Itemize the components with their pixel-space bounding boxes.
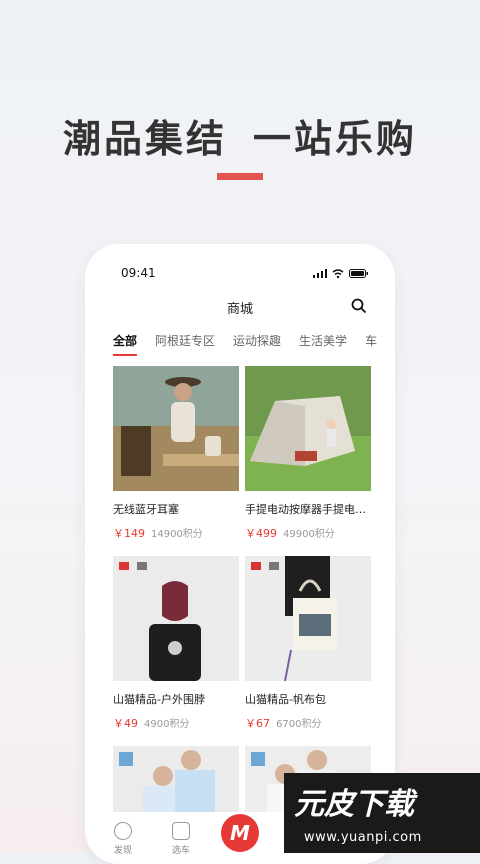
wifi-icon [332, 269, 344, 278]
product-card[interactable]: 山猫精品-帆布包 ￥67 6700积分 [245, 556, 371, 731]
product-price: ￥499 [245, 527, 277, 540]
product-price: ￥149 [113, 527, 145, 540]
product-image [113, 366, 239, 491]
phone-mockup: 09:41 商城 全部 阿根廷专区 运动探趣 生活美学 车 无线蓝牙耳塞 ￥14… [85, 244, 395, 864]
category-tabs: 全部 阿根廷专区 运动探趣 生活美学 车 [113, 332, 377, 356]
headline: 潮品集结 一站乐购 [0, 108, 480, 163]
product-points: 6700积分 [276, 719, 322, 730]
product-card[interactable]: 无线蓝牙耳塞 ￥149 14900积分 [113, 366, 239, 541]
status-icons [313, 269, 369, 278]
product-points: 14900积分 [151, 529, 203, 540]
product-name: 山猫精品-户外围脖 [113, 693, 205, 706]
product-name: 手提电动按摩器手提电… [245, 503, 366, 516]
product-points: 49900积分 [283, 529, 335, 540]
tab-discover[interactable]: 发现 [103, 822, 143, 856]
tab-all[interactable]: 全部 [113, 332, 138, 356]
watermark-brand: 元皮下载 [294, 787, 414, 822]
product-card[interactable]: 山猫精品-户外围脖 ￥49 4900积分 [113, 556, 239, 731]
product-price: ￥49 [113, 717, 138, 730]
signal-icon [313, 269, 327, 278]
product-name: 无线蓝牙耳塞 [113, 503, 179, 516]
product-image [113, 556, 239, 681]
product-image [245, 366, 371, 491]
watermark-overlay: 元皮下载 www.yuanpi.com [284, 773, 480, 853]
product-image [245, 556, 371, 681]
compass-icon [114, 822, 132, 840]
page-title: 商城 [226, 302, 253, 317]
product-points: 4900积分 [144, 719, 190, 730]
search-icon[interactable] [351, 298, 367, 314]
battery-icon [349, 269, 368, 278]
status-time: 09:41 [121, 266, 156, 280]
product-name: 山猫精品-帆布包 [245, 693, 326, 706]
tab-car-select[interactable]: 选车 [161, 822, 201, 856]
headline-left: 潮品集结 [62, 117, 227, 161]
tab-sports[interactable]: 运动探趣 [233, 332, 281, 349]
tab-argentina[interactable]: 阿根廷专区 [155, 332, 215, 349]
product-card[interactable]: 手提电动按摩器手提电… ￥499 49900积分 [245, 366, 371, 541]
tab-lifestyle[interactable]: 生活美学 [299, 332, 347, 349]
product-price: ￥67 [245, 717, 270, 730]
headline-underline [217, 173, 263, 180]
center-logo-button[interactable]: M [221, 814, 259, 852]
tab-car[interactable]: 车 [365, 332, 377, 349]
tab-car-label: 选车 [171, 846, 190, 856]
tab-discover-label: 发现 [113, 846, 132, 856]
headline-right: 一站乐购 [253, 117, 418, 161]
car-icon [172, 822, 190, 840]
watermark-url: www.yuanpi.com [304, 830, 422, 845]
